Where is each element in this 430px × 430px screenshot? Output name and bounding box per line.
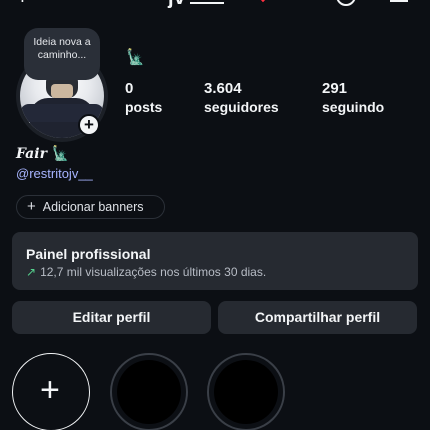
- threads-handle-link[interactable]: @restritojv__: [16, 166, 93, 181]
- plus-icon: +: [27, 198, 36, 215]
- edit-profile-button[interactable]: Editar perfil: [12, 301, 211, 334]
- share-profile-button[interactable]: Compartilhar perfil: [218, 301, 417, 334]
- highlight-item[interactable]: [207, 353, 285, 430]
- stat-following[interactable]: 291 seguindo: [322, 80, 384, 116]
- stat-label: posts: [125, 99, 163, 115]
- new-post-plus-icon[interactable]: +: [16, 0, 29, 8]
- stat-followers[interactable]: 3.604 seguidores: [204, 80, 279, 116]
- display-name-text: Fair: [16, 146, 47, 162]
- stat-label: seguidores: [204, 99, 279, 115]
- highlight-item[interactable]: [110, 353, 188, 430]
- top-bar: + jv: [0, 0, 430, 10]
- username-label: jv: [168, 0, 186, 9]
- plus-icon: +: [40, 371, 60, 409]
- views-summary: 12,7 mil visualizações nos últimos 30 di…: [40, 265, 267, 279]
- trend-up-arrow-icon: ↗: [26, 265, 37, 279]
- threads-icon[interactable]: [336, 0, 356, 6]
- stat-label: seguindo: [322, 99, 385, 115]
- display-name: Fair 🗽: [16, 146, 69, 162]
- add-story-icon[interactable]: +: [78, 114, 100, 136]
- add-banners-label: Adicionar banners: [42, 200, 144, 214]
- profile-note[interactable]: Ideia nova a caminho...: [24, 28, 100, 80]
- statue-of-liberty-emoji: 🗽: [126, 49, 145, 66]
- new-highlight-button[interactable]: +: [12, 353, 90, 430]
- stat-posts[interactable]: 0 posts: [125, 80, 162, 116]
- chevron-down-icon[interactable]: [255, 0, 271, 3]
- hamburger-menu-icon[interactable]: [390, 0, 408, 2]
- statue-of-liberty-emoji: 🗽: [51, 146, 70, 162]
- professional-dashboard-card[interactable]: Painel profissional ↗ 12,7 mil visualizaç…: [12, 232, 418, 290]
- stat-value: 3.604: [204, 80, 242, 97]
- professional-dashboard-title: Painel profissional: [26, 246, 151, 262]
- add-banners-button[interactable]: + Adicionar banners: [16, 195, 165, 219]
- stat-value: 291: [322, 80, 348, 97]
- account-switcher[interactable]: jv: [168, 0, 224, 8]
- stat-value: 0: [125, 80, 134, 97]
- professional-dashboard-subtitle: ↗ 12,7 mil visualizações nos últimos 30 d…: [26, 264, 418, 280]
